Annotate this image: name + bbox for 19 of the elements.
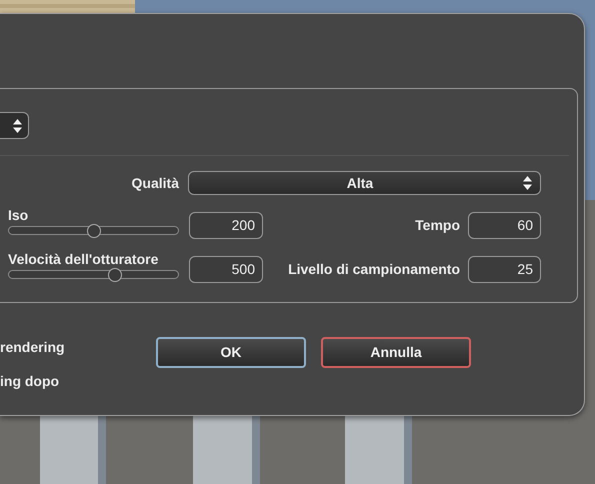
updown-icon xyxy=(13,118,22,132)
ok-button[interactable]: OK xyxy=(156,337,306,368)
slider-thumb[interactable] xyxy=(108,268,122,282)
param-label: Livello di campionamento xyxy=(288,260,460,279)
option-label: ing dopo xyxy=(0,373,60,390)
number-field[interactable]: 60 xyxy=(468,212,541,239)
param-label: Velocità dell'otturatore xyxy=(8,251,160,267)
number-field[interactable]: 500 xyxy=(189,256,263,283)
quality-label: Qualità xyxy=(130,174,179,193)
number-field[interactable]: 25 xyxy=(468,256,541,283)
quality-dropdown[interactable]: Alta xyxy=(188,171,541,195)
updown-icon xyxy=(523,176,532,190)
number-field[interactable]: 200 xyxy=(189,212,263,239)
cancel-button[interactable]: Annulla xyxy=(321,337,471,368)
param-label: Tempo xyxy=(415,216,460,235)
dropdown[interactable] xyxy=(0,112,29,139)
option-label: rendering xyxy=(0,339,66,356)
param-label: Iso xyxy=(8,207,30,223)
slider-thumb[interactable] xyxy=(86,224,100,238)
